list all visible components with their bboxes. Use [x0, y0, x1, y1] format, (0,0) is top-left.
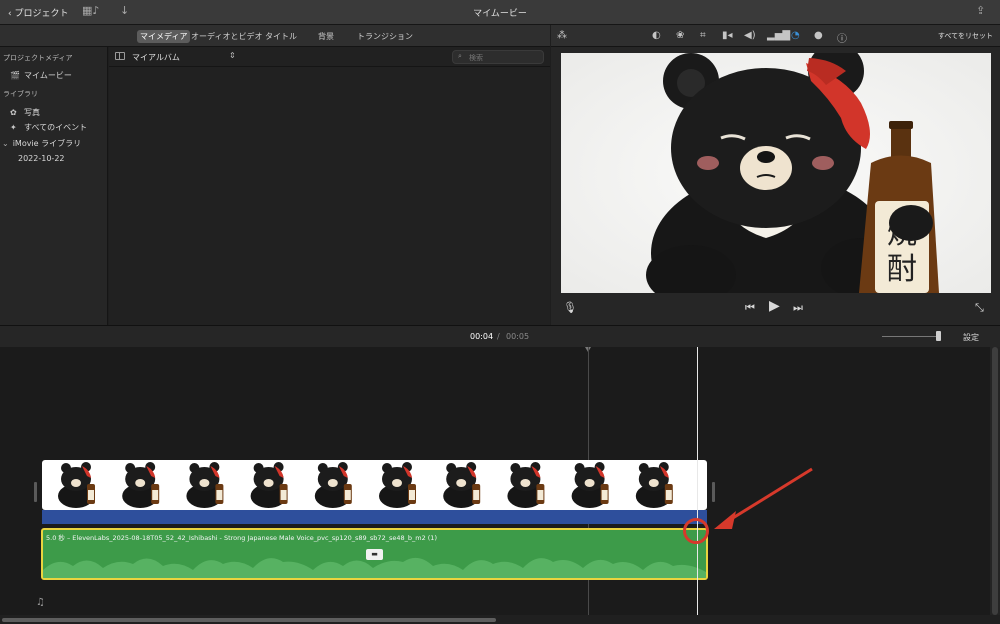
stabilization-icon[interactable]: ▮◂ [722, 30, 733, 41]
chevron-updown-icon[interactable]: ⇕ [229, 51, 236, 60]
clip-thumbnail [507, 462, 545, 508]
sidebar-item-my-movie[interactable]: 🎬 マイムービー [10, 70, 72, 81]
clip-thumbnail [122, 462, 160, 508]
viewer-controls: 🎙 ⏮ ▶ ⏭ ⤡ [551, 293, 1000, 325]
sidebar-item-label: すべてのイベント [24, 123, 88, 132]
zoom-slider-track[interactable] [882, 336, 940, 337]
search-input[interactable]: ⌕ 検索 [452, 50, 544, 64]
volume-icon[interactable]: ◀) [744, 30, 756, 41]
project-media-header: プロジェクトメディア [3, 54, 73, 62]
media-browser: マイアルバム ⇕ ⌕ 検索 [109, 47, 550, 325]
current-timecode: 00:04 [470, 332, 494, 341]
horizontal-scroll-thumb[interactable] [2, 618, 496, 622]
clip-thumbnail [443, 462, 481, 508]
clip-thumbnails [58, 462, 673, 508]
play-button[interactable]: ▶ [769, 298, 780, 314]
timeline-settings-button[interactable]: 設定 [963, 332, 979, 343]
vertical-scrollbar[interactable] [990, 347, 1000, 615]
clip-thumbnail [58, 462, 95, 508]
reset-all-button[interactable]: すべてをリセット [938, 31, 993, 41]
filter-icon[interactable]: ● [814, 30, 823, 41]
sidebar-item-event[interactable]: 2022-10-22 [18, 154, 65, 163]
share-icon[interactable]: ⇪ [976, 4, 985, 17]
sidebar-item-all-events[interactable]: ✦ すべてのイベント [10, 122, 87, 133]
color-balance-icon[interactable]: ◐ [652, 30, 661, 41]
tab-transitions[interactable]: トランジション [354, 30, 416, 43]
noise-reduction-icon[interactable]: ▂▅▇ [767, 30, 790, 41]
star-icon: ✦ [10, 123, 17, 132]
info-icon[interactable]: ⓘ [837, 30, 847, 45]
tab-titles[interactable]: タイトル [262, 30, 300, 43]
clip-thumbnail [571, 462, 609, 508]
media-browser-bar: マイアルバム ⇕ ⌕ 検索 [109, 47, 550, 67]
bear-illustration: 焼酎 [561, 53, 991, 293]
sidebar-item-label: マイムービー [24, 71, 72, 80]
audio-clip-label: 5.0 秒 – ElevenLabs_2025-08-18T05_52_42_I… [46, 534, 437, 542]
crop-icon[interactable]: ⌗ [700, 30, 706, 41]
timecode-separator: / [497, 332, 500, 341]
album-selector[interactable]: マイアルバム [132, 52, 180, 63]
photos-icon: ✿ [10, 108, 17, 117]
skip-forward-icon[interactable]: ⏭ [793, 301, 803, 315]
sidebar-item-label: iMovie ライブラリ [12, 139, 82, 148]
sidebar-item-label: 写真 [24, 108, 40, 117]
chevron-down-icon: ⌄ [2, 139, 9, 148]
playhead[interactable] [697, 347, 698, 615]
timeline-header: 00:04 / 00:05 設定 [0, 325, 1000, 347]
color-correction-icon[interactable]: ❀ [676, 30, 684, 41]
clip-thumbnail [379, 462, 416, 508]
clip-thumbnail [186, 462, 224, 508]
browser-tab-bar: マイメディア オーディオとビデオ タイトル 背景 トランジション [0, 25, 550, 47]
sidebar-toggle-icon[interactable] [115, 52, 125, 60]
vertical-scroll-thumb[interactable] [992, 347, 998, 615]
fullscreen-icon[interactable]: ⤡ [975, 301, 984, 315]
search-icon: ⌕ [458, 52, 462, 60]
sidebar-item-photos[interactable]: ✿ 写真 [10, 107, 40, 118]
clip-thumbnail [314, 462, 352, 508]
clip-handle-left[interactable] [34, 482, 37, 502]
sidebar-item-imovie-library[interactable]: ⌄ iMovie ライブラリ [2, 138, 81, 149]
clip-background-bar [42, 510, 707, 524]
timeline[interactable]: 5.0 秒 – ElevenLabs_2025-08-18T05_52_42_I… [0, 347, 1000, 624]
audio-clip[interactable]: 5.0 秒 – ElevenLabs_2025-08-18T05_52_42_I… [41, 528, 708, 580]
skip-back-icon[interactable]: ⏮ [745, 301, 755, 315]
viewer: 焼酎 [551, 47, 1000, 325]
title-bar: ‹ プロジェクト ▦♪ ↓ マイムービー ⇪ [0, 0, 1000, 25]
viewer-toolbar: ⁂ ◐ ❀ ⌗ ▮◂ ◀) ▂▅▇ ◔ ● ⓘ すべてをリセット [551, 25, 1000, 47]
tab-my-media[interactable]: マイメディア [137, 30, 191, 43]
search-placeholder: 検索 [469, 54, 483, 62]
library-sidebar: プロジェクトメディア 🎬 マイムービー ライブラリ ✿ 写真 ✦ すべてのイベント ⌄… [0, 47, 108, 325]
total-timecode: 00:05 [506, 332, 530, 341]
annotation-arrow-icon [714, 467, 813, 529]
voice-clip-badge-icon: ▬ [366, 549, 383, 560]
music-note-icon: ♫ [36, 597, 45, 608]
imovie-window: ‹ プロジェクト ▦♪ ↓ マイムービー ⇪ マイメディア オーディオとビデオ … [0, 0, 1000, 624]
tab-audio-video[interactable]: オーディオとビデオ [188, 30, 265, 43]
library-header: ライブラリ [3, 90, 38, 98]
clip-thumbnail [250, 462, 288, 508]
window-title: マイムービー [473, 9, 527, 19]
video-preview: 焼酎 [561, 53, 991, 293]
tab-backgrounds[interactable]: 背景 [315, 30, 337, 43]
zoom-slider-knob[interactable] [936, 331, 941, 341]
microphone-icon[interactable]: 🎙 [563, 301, 577, 314]
magic-wand-icon[interactable]: ⁂ [557, 30, 567, 41]
speed-icon[interactable]: ◔ [791, 30, 800, 41]
video-clip[interactable] [42, 460, 707, 510]
clapper-icon: 🎬 [10, 71, 20, 80]
clip-thumbnail [635, 462, 673, 508]
